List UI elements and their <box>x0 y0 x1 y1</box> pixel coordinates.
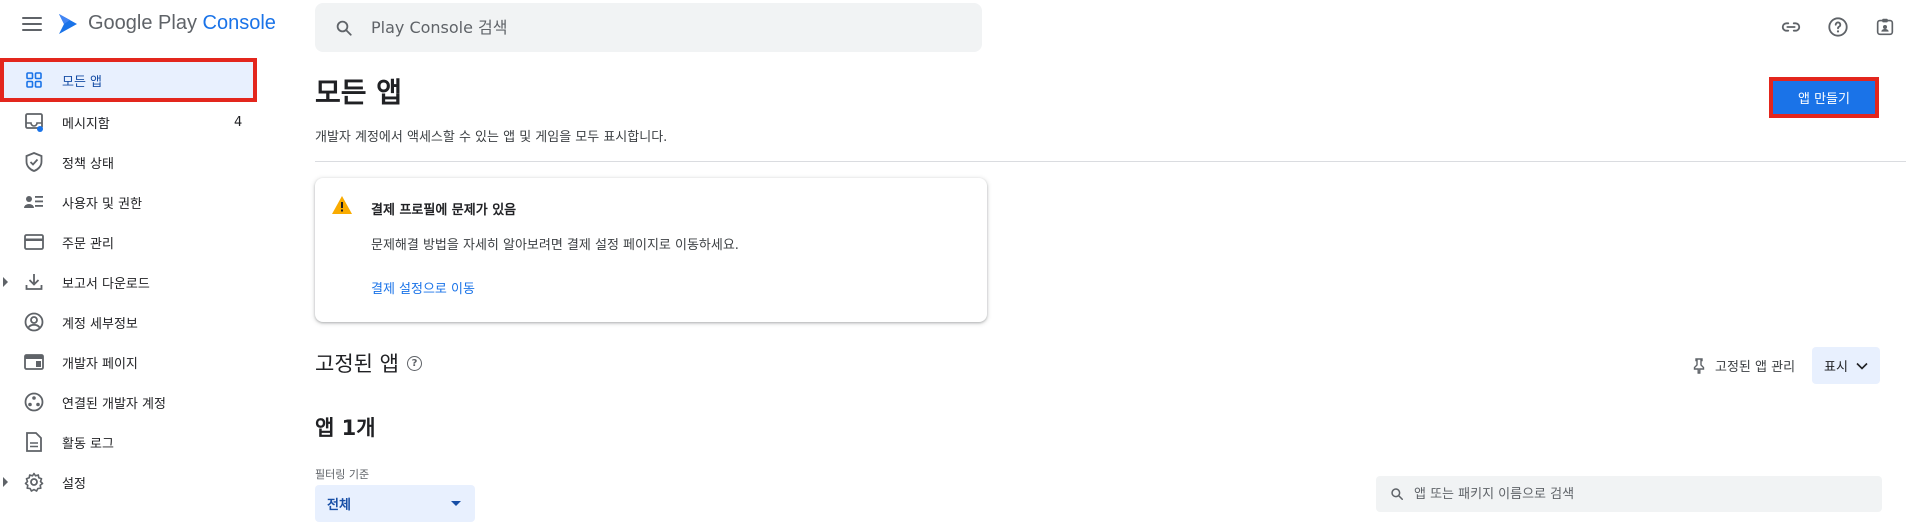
sidebar-item-label: 계정 세부정보 <box>62 316 138 332</box>
search-input[interactable] <box>371 18 931 37</box>
sidebar-item-label: 모든 앱 <box>62 74 103 90</box>
logo-text: Google Play Console <box>88 12 276 34</box>
account-icon <box>24 312 44 332</box>
manage-pinned-apps-label: 고정된 앱 관리 <box>1715 360 1796 375</box>
sidebar-item-label: 보고서 다운로드 <box>62 276 150 292</box>
warning-icon <box>331 195 353 219</box>
web-page-icon <box>24 352 44 372</box>
linked-accounts-icon <box>24 392 44 412</box>
help-icon[interactable]: ? <box>406 355 422 371</box>
show-label: 표시 <box>1824 360 1848 375</box>
grid-icon <box>24 70 44 90</box>
warning-title: 결제 프로필에 문제가 있음 <box>371 203 517 218</box>
search-icon <box>1391 488 1404 501</box>
sidebar-item-label: 사용자 및 권한 <box>62 196 143 212</box>
gear-icon <box>24 472 44 492</box>
sidebar-item-linked-developer-accounts[interactable]: 연결된 개발자 계정 <box>0 382 262 422</box>
menu-icon[interactable] <box>22 17 42 31</box>
sidebar-item-order-management[interactable]: 주문 관리 <box>0 222 262 262</box>
warning-body: 문제해결 방법을 자세히 알아보려면 결제 설정 페이지로 이동하세요. <box>371 238 739 253</box>
sidebar-item-label: 설정 <box>62 476 86 492</box>
play-logo-icon <box>59 13 77 34</box>
filter-label: 필터링 기준 <box>315 468 370 481</box>
credit-card-icon <box>24 232 44 252</box>
unread-count-badge: 4 <box>234 114 243 130</box>
account-avatar-icon[interactable] <box>1872 14 1898 40</box>
document-icon <box>24 432 44 452</box>
link-icon[interactable] <box>1778 14 1804 40</box>
sidebar-item-account-details[interactable]: 계정 세부정보 <box>0 302 262 342</box>
chevron-down-icon <box>1856 362 1868 370</box>
sidebar-item-activity-log[interactable]: 활동 로그 <box>0 422 262 462</box>
search-icon <box>336 20 352 36</box>
sidebar-item-label: 활동 로그 <box>62 436 114 452</box>
app-search-box[interactable] <box>1376 476 1882 512</box>
expand-caret-icon[interactable] <box>3 277 8 287</box>
expand-caret-icon[interactable] <box>3 477 8 487</box>
header-divider <box>315 161 1906 162</box>
go-to-billing-settings-link[interactable]: 결제 설정으로 이동 <box>371 278 475 297</box>
play-console-logo[interactable]: Google Play Console <box>58 12 276 35</box>
create-app-button[interactable]: 앱 만들기 <box>1769 77 1879 118</box>
sidebar-item-policy-status[interactable]: 정책 상태 <box>0 142 262 182</box>
filter-dropdown[interactable]: 전체 <box>315 485 475 522</box>
inbox-icon <box>24 112 44 132</box>
help-icon[interactable] <box>1825 14 1851 40</box>
sidebar-item-all-apps[interactable]: 모든 앱 <box>0 58 257 102</box>
dropdown-arrow-icon <box>451 501 461 506</box>
shield-icon <box>24 152 44 172</box>
app-count-title: 앱 1개 <box>315 416 376 440</box>
pinned-apps-title: 고정된 앱 ? <box>315 348 422 378</box>
sidebar-item-label: 개발자 페이지 <box>62 356 138 372</box>
page-subtitle: 개발자 계정에서 액세스할 수 있는 앱 및 게임을 모두 표시합니다. <box>315 130 668 145</box>
filter-selected-value: 전체 <box>327 498 351 513</box>
sidebar-item-download-reports[interactable]: 보고서 다운로드 <box>0 262 262 302</box>
sidebar-item-label: 정책 상태 <box>62 156 114 172</box>
sidebar-item-label: 메시지함 <box>62 116 110 132</box>
sidebar-item-label: 연결된 개발자 계정 <box>62 396 166 412</box>
pinned-apps-label: 고정된 앱 <box>315 352 399 376</box>
sidebar-item-inbox[interactable]: 메시지함 4 <box>0 102 262 142</box>
app-search-input[interactable] <box>1414 486 1854 502</box>
show-dropdown-button[interactable]: 표시 <box>1812 347 1880 384</box>
billing-warning-card: 결제 프로필에 문제가 있음 문제해결 방법을 자세히 알아보려면 결제 설정 … <box>315 178 987 322</box>
sidebar-item-label: 주문 관리 <box>62 236 114 252</box>
sidebar: 모든 앱 메시지함 4 정책 상태 사용자 및 권한 주문 관리 보고서 다운로… <box>0 58 262 502</box>
global-search[interactable] <box>315 3 982 52</box>
sidebar-item-users-permissions[interactable]: 사용자 및 권한 <box>0 182 262 222</box>
download-icon <box>24 272 44 292</box>
page-title: 모든 앱 <box>315 76 403 109</box>
sidebar-item-developer-page[interactable]: 개발자 페이지 <box>0 342 262 382</box>
pin-icon <box>1693 357 1705 374</box>
sidebar-item-settings[interactable]: 설정 <box>0 462 262 502</box>
manage-pinned-apps-button[interactable]: 고정된 앱 관리 <box>1693 356 1795 375</box>
users-icon <box>24 192 44 212</box>
